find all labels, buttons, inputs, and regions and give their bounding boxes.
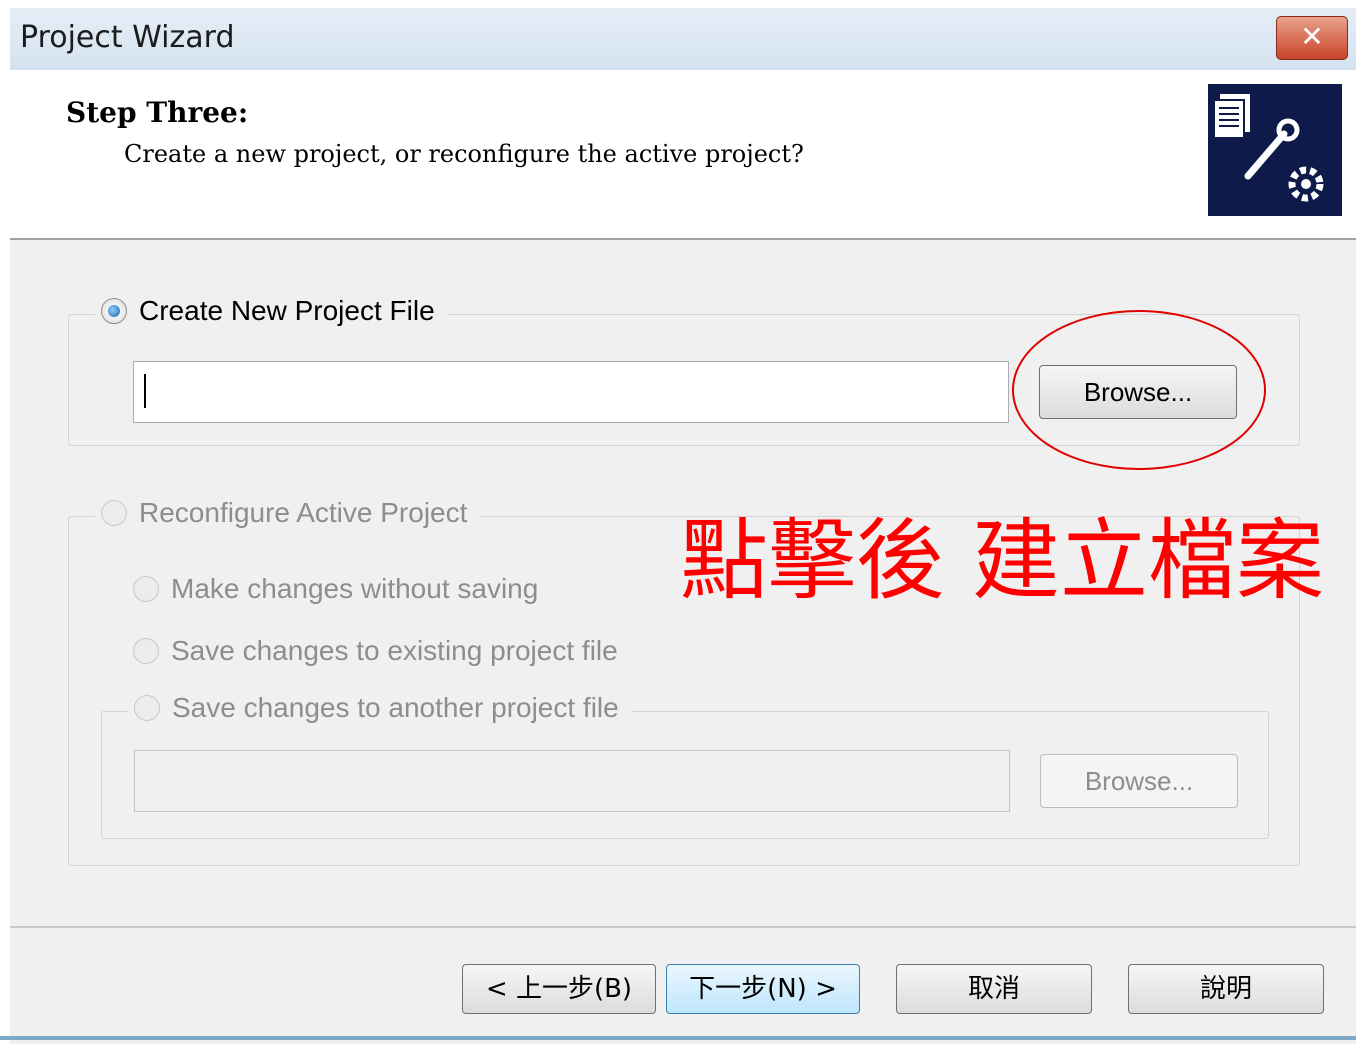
save-to-another-file-radio[interactable]: Save changes to another project file: [128, 692, 631, 724]
footer-divider: [10, 926, 1356, 928]
reconfigure-active-project-radio[interactable]: Reconfigure Active Project: [95, 497, 480, 529]
save-to-another-file-label: Save changes to another project file: [172, 692, 619, 723]
step-title: Step Three:: [66, 96, 249, 129]
cancel-button[interactable]: 取消: [896, 964, 1092, 1014]
new-project-path-input[interactable]: [133, 361, 1009, 423]
create-new-project-label: Create New Project File: [139, 295, 435, 326]
reconfigure-active-project-label: Reconfigure Active Project: [139, 497, 468, 528]
project-wrench-gear-icon: [1208, 84, 1342, 216]
annotation-text: 點擊後 建立檔案: [680, 509, 1324, 612]
make-changes-without-saving-label: Make changes without saving: [171, 573, 539, 604]
save-to-existing-file-label: Save changes to existing project file: [171, 635, 618, 666]
save-another-file-group: Save changes to another project file Bro…: [101, 692, 1269, 839]
another-project-path-input[interactable]: [134, 750, 1010, 812]
window-title: Project Wizard: [20, 20, 235, 55]
radio-disabled-icon: [101, 500, 127, 526]
help-button[interactable]: 說明: [1128, 964, 1324, 1014]
radio-selected-icon: [101, 298, 127, 324]
title-bar: Project Wizard ✕: [10, 8, 1356, 70]
text-caret: [144, 374, 146, 408]
back-button[interactable]: < 上一步(B): [462, 964, 656, 1014]
window-bottom-edge: [0, 1036, 1356, 1040]
next-button[interactable]: 下一步(N) >: [666, 964, 860, 1014]
wizard-header: Step Three: Create a new project, or rec…: [10, 70, 1356, 240]
browse-button-disabled[interactable]: Browse...: [1040, 754, 1238, 808]
annotation-circle: [1012, 310, 1266, 470]
close-icon: ✕: [1300, 20, 1324, 53]
make-changes-without-saving-radio[interactable]: Make changes without saving: [127, 573, 551, 605]
save-to-existing-file-radio[interactable]: Save changes to existing project file: [127, 635, 630, 667]
close-button[interactable]: ✕: [1276, 16, 1348, 60]
radio-disabled-icon: [133, 576, 159, 602]
radio-disabled-icon: [133, 638, 159, 664]
step-subtitle: Create a new project, or reconfigure the…: [124, 140, 804, 168]
radio-disabled-icon: [134, 695, 160, 721]
create-new-project-radio[interactable]: Create New Project File: [95, 295, 447, 327]
